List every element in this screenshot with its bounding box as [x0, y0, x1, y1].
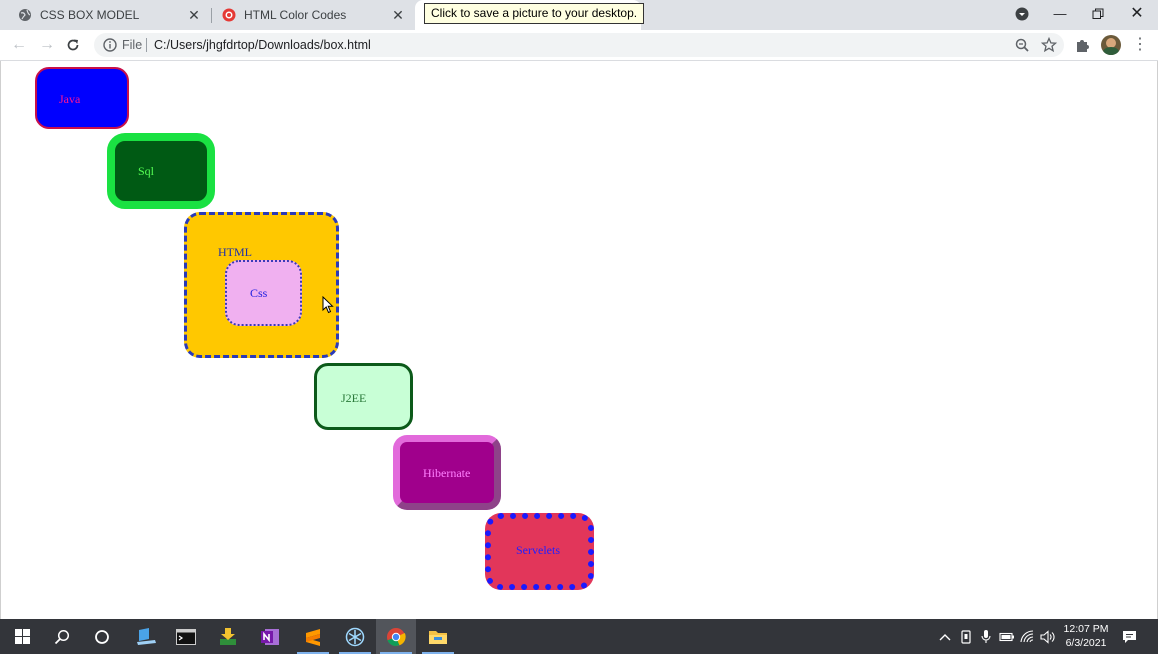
tab-search-button[interactable] — [1003, 0, 1041, 28]
clock-time: 12:07 PM — [1063, 623, 1109, 635]
taskbar-app-onenote[interactable] — [250, 619, 290, 654]
extensions-puzzle-icon[interactable] — [1074, 36, 1092, 54]
task-view-icon — [95, 629, 109, 644]
tray-volume[interactable] — [1039, 619, 1057, 654]
taskbar-app-snowflake[interactable] — [335, 619, 375, 654]
action-center-button[interactable] — [1118, 619, 1140, 654]
tab-html-color-codes[interactable]: HTML Color Codes ✕ — [212, 0, 414, 30]
download-manager-icon — [220, 627, 236, 645]
sublime-text-icon — [306, 628, 320, 646]
box-hibernate-label: Hibernate — [423, 466, 471, 480]
file-explorer-icon — [429, 630, 447, 644]
url-text[interactable]: C:/Users/jhgfdrtop/Downloads/box.html — [154, 38, 371, 52]
tray-wifi[interactable] — [1019, 619, 1037, 654]
taskbar-app-download-manager[interactable] — [208, 619, 248, 654]
start-button[interactable] — [2, 619, 42, 654]
tab-css-box-model[interactable]: CSS BOX MODEL ✕ — [0, 0, 210, 30]
tab-strip: CSS BOX MODEL ✕ HTML Color Codes ✕ Click… — [0, 0, 1158, 30]
box-servelets-label: Servelets — [516, 543, 560, 557]
bookmark-star-icon[interactable] — [1041, 37, 1057, 53]
tray-overflow-chevron[interactable] — [937, 619, 953, 654]
reload-icon — [67, 39, 79, 51]
zoom-icon[interactable] — [1014, 37, 1030, 53]
menu-kebab-icon[interactable]: ⋮ — [1131, 36, 1149, 54]
chevron-down-circle-icon — [1015, 7, 1029, 21]
box-j2ee: J2EE — [314, 363, 413, 430]
taskbar-app-file-explorer[interactable] — [418, 619, 458, 654]
taskbar-app-file-transfer[interactable] — [126, 619, 166, 654]
avatar-body — [1103, 47, 1119, 55]
tray-device[interactable] — [957, 619, 975, 654]
battery-icon — [999, 632, 1014, 641]
taskbar: 12:07 PM 6/3/2021 — [0, 619, 1158, 654]
file-transfer-icon — [137, 627, 156, 645]
info-icon[interactable] — [102, 37, 118, 53]
box-hibernate: Hibernate — [393, 435, 501, 510]
reload-button[interactable] — [63, 35, 83, 55]
tab-title: CSS BOX MODEL — [40, 8, 140, 22]
chrome-icon — [387, 627, 406, 646]
close-tab-icon[interactable]: ✕ — [390, 7, 406, 23]
box-j2ee-label: J2EE — [341, 391, 367, 405]
globe-icon — [19, 9, 31, 21]
clock-date: 6/3/2021 — [1065, 637, 1107, 649]
box-java-label: Java — [59, 92, 81, 106]
box-css: Css — [225, 260, 302, 326]
address-bar[interactable]: File C:/Users/jhgfdrtop/Downloads/box.ht… — [94, 33, 1064, 57]
task-view-button[interactable] — [82, 619, 122, 654]
restore-icon — [1092, 8, 1104, 19]
page-viewport: Java Sql HTML Css J2EE Hibernate Servele… — [0, 61, 1158, 619]
onenote-icon — [261, 628, 279, 645]
snowflake-app-icon — [345, 627, 365, 646]
search-button[interactable] — [42, 619, 82, 654]
close-tab-icon[interactable]: ✕ — [186, 7, 202, 23]
back-button[interactable]: ← — [9, 35, 29, 55]
tooltip: Click to save a picture to your desktop. — [424, 3, 645, 24]
box-html-label: HTML — [218, 245, 252, 259]
taskbar-app-sublime[interactable] — [293, 619, 333, 654]
mouse-pointer-icon — [322, 296, 334, 314]
chevron-up-icon — [939, 633, 951, 640]
notification-icon — [1122, 630, 1136, 643]
forward-button[interactable]: → — [37, 35, 57, 55]
browser-toolbar: ← → File C:/Users/jhgfdrtop/Downloads/bo… — [0, 30, 1158, 61]
box-servelets: Servelets — [485, 513, 594, 590]
tray-battery[interactable] — [997, 619, 1017, 654]
profile-avatar[interactable] — [1101, 35, 1121, 55]
omnibox-divider — [146, 38, 147, 52]
device-icon — [961, 629, 971, 644]
html-color-codes-favicon — [222, 8, 236, 22]
minimize-button[interactable]: — — [1041, 0, 1079, 28]
microphone-icon — [981, 630, 991, 643]
tray-microphone[interactable] — [977, 619, 995, 654]
search-icon — [54, 629, 70, 644]
box-java: Java — [35, 67, 129, 129]
taskbar-clock[interactable]: 12:07 PM 6/3/2021 — [1062, 622, 1110, 650]
start-icon — [14, 629, 30, 644]
box-sql-label: Sql — [138, 164, 155, 178]
taskbar-app-terminal[interactable] — [166, 619, 206, 654]
wifi-icon — [1020, 630, 1034, 643]
box-sql: Sql — [107, 133, 215, 209]
terminal-icon — [176, 628, 196, 645]
close-window-button[interactable]: ✕ — [1118, 0, 1156, 28]
volume-icon — [1040, 629, 1055, 644]
tab-title: HTML Color Codes — [244, 8, 347, 22]
box-css-label: Css — [250, 286, 268, 300]
restore-button[interactable] — [1079, 0, 1117, 28]
taskbar-app-chrome[interactable] — [376, 619, 416, 654]
scheme-label: File — [122, 38, 143, 52]
